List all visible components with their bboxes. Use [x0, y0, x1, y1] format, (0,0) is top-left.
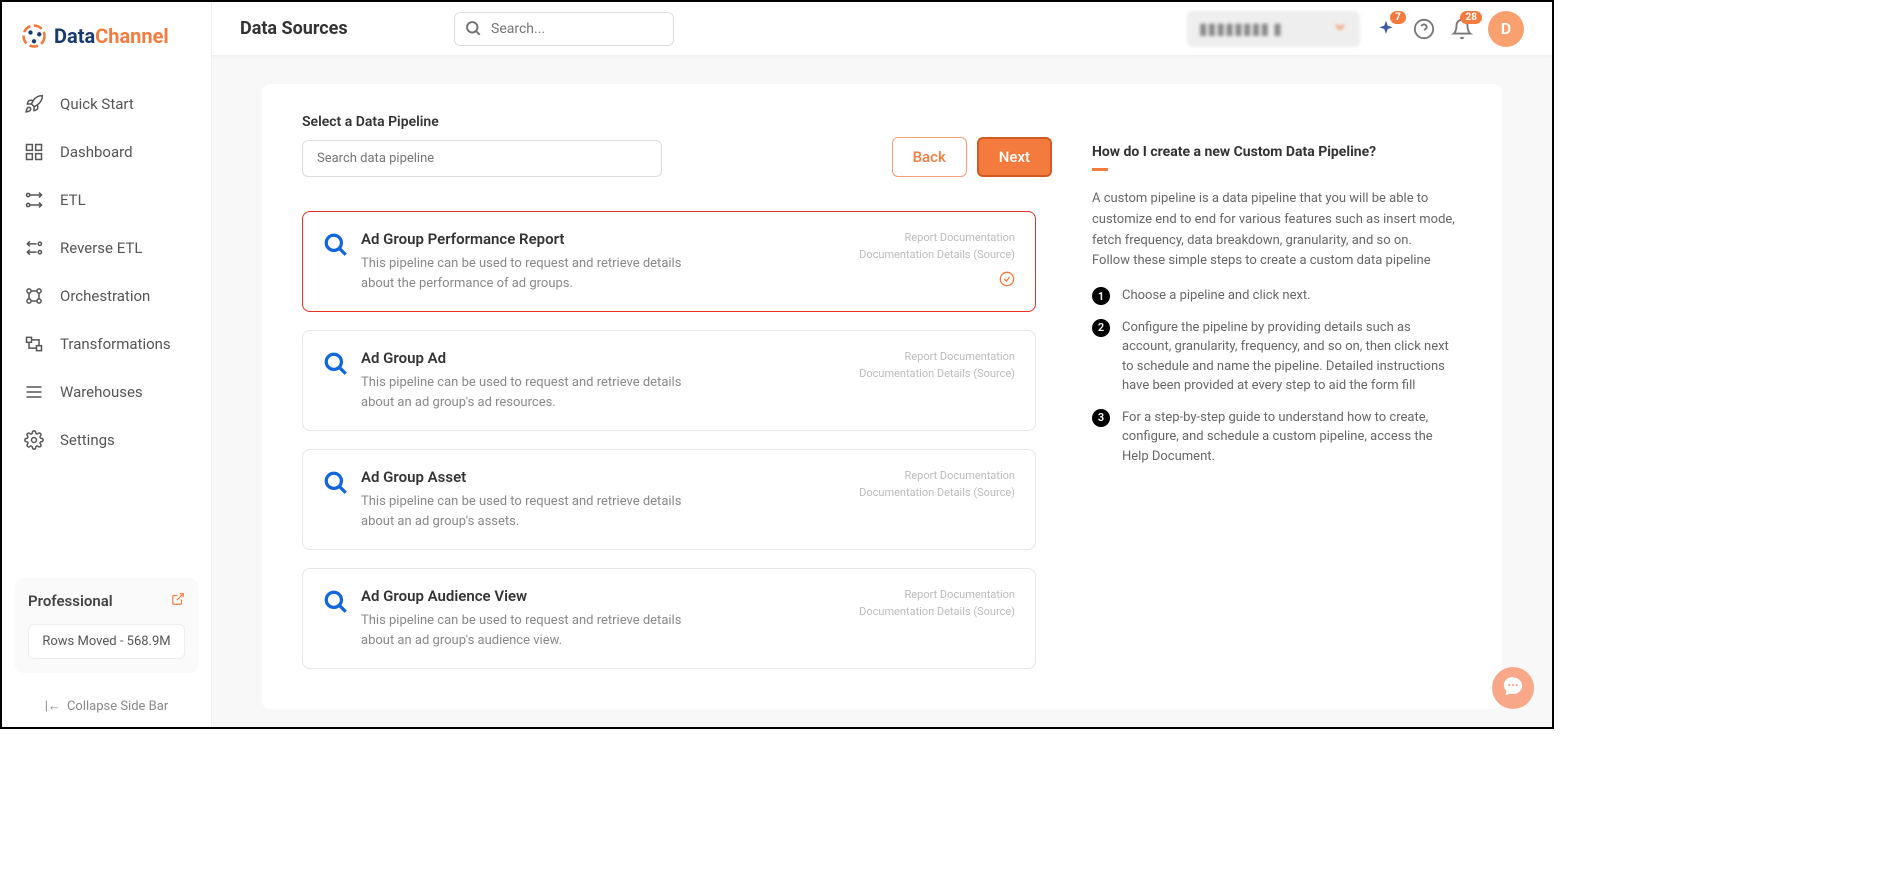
sidebar-nav: Quick Start Dashboard ETL Reverse ETL Or…: [2, 70, 211, 566]
main-area: Data Sources ▮▮▮▮▮▮▮▮ ▮ 7 28 D: [212, 2, 1552, 727]
pipeline-title: Ad Group Audience View: [361, 587, 847, 605]
pipeline-title: Ad Group Ad: [361, 349, 847, 367]
sidebar-item-label: ETL: [60, 191, 86, 209]
pipeline-title: Ad Group Asset: [361, 468, 847, 486]
sidebar-item-dashboard[interactable]: Dashboard: [2, 128, 211, 176]
sidebar-item-label: Warehouses: [60, 383, 143, 401]
help-title: How do I create a new Custom Data Pipeli…: [1092, 144, 1462, 160]
pipeline-title: Ad Group Performance Report: [361, 230, 847, 248]
back-button[interactable]: Back: [892, 137, 967, 177]
panel-title: Select a Data Pipeline: [302, 114, 662, 130]
sidebar-item-etl[interactable]: ETL: [2, 176, 211, 224]
magnifier-icon: [323, 470, 349, 531]
check-circle-icon: [859, 271, 1015, 287]
sidebar-item-label: Orchestration: [60, 287, 150, 305]
help-underline: [1092, 168, 1108, 171]
pipeline-meta[interactable]: Report DocumentationDocumentation Detail…: [859, 230, 1015, 263]
help-panel: How do I create a new Custom Data Pipeli…: [1052, 114, 1462, 679]
dashboard-icon: [24, 142, 44, 162]
etl-icon: [24, 190, 44, 210]
sidebar-item-label: Transformations: [60, 335, 171, 353]
pipeline-select-panel: Select a Data Pipeline Back Next Ad Grou…: [302, 114, 1052, 679]
sparkle-badge: 7: [1390, 11, 1406, 24]
chevron-down-icon: [1332, 19, 1348, 39]
settings-icon: [24, 430, 44, 450]
rocket-icon: [24, 94, 44, 114]
account-selector-label: ▮▮▮▮▮▮▮▮ ▮: [1199, 19, 1282, 38]
sidebar-item-orchestration[interactable]: Orchestration: [2, 272, 211, 320]
magnifier-icon: [323, 351, 349, 412]
page-title: Data Sources: [240, 18, 348, 39]
pipeline-card[interactable]: Ad Group Ad This pipeline can be used to…: [302, 330, 1036, 431]
pipeline-card[interactable]: Ad Group Audience View This pipeline can…: [302, 568, 1036, 669]
reverse-etl-icon: [24, 238, 44, 258]
magnifier-icon: [323, 589, 349, 650]
sidebar-item-settings[interactable]: Settings: [2, 416, 211, 464]
plan-name: Professional: [28, 592, 113, 610]
brand-logo[interactable]: DataChannel: [2, 2, 211, 70]
collapse-icon: |←: [45, 698, 61, 714]
sidebar-item-label: Settings: [60, 431, 115, 449]
step-number: 3: [1092, 409, 1110, 427]
account-selector[interactable]: ▮▮▮▮▮▮▮▮ ▮: [1187, 11, 1360, 47]
content-panel: Select a Data Pipeline Back Next Ad Grou…: [262, 84, 1502, 709]
sidebar: DataChannel Quick Start Dashboard ETL Re…: [2, 2, 212, 727]
pipeline-desc: This pipeline can be used to request and…: [361, 611, 691, 650]
sidebar-item-transformations[interactable]: Transformations: [2, 320, 211, 368]
help-steps: 1 Choose a pipeline and click next. 2 Confi…: [1092, 286, 1462, 466]
help-icon[interactable]: [1412, 17, 1436, 41]
sidebar-item-label: Quick Start: [60, 95, 134, 113]
step-text: Choose a pipeline and click next.: [1122, 286, 1311, 306]
topbar: Data Sources ▮▮▮▮▮▮▮▮ ▮ 7 28 D: [212, 2, 1552, 56]
orchestration-icon: [24, 286, 44, 306]
pipeline-list[interactable]: Ad Group Performance Report This pipelin…: [302, 211, 1052, 679]
pipeline-meta[interactable]: Report DocumentationDocumentation Detail…: [859, 468, 1015, 501]
step-text: Configure the pipeline by providing deta…: [1122, 318, 1462, 396]
sidebar-item-label: Dashboard: [60, 143, 133, 161]
global-search: [454, 12, 674, 46]
pipeline-desc: This pipeline can be used to request and…: [361, 492, 691, 531]
help-step: 2 Configure the pipeline by providing det…: [1092, 318, 1462, 396]
bell-badge: 28: [1460, 11, 1481, 24]
sidebar-item-quick-start[interactable]: Quick Start: [2, 80, 211, 128]
next-button[interactable]: Next: [977, 137, 1052, 177]
search-icon: [464, 19, 482, 41]
pipeline-card[interactable]: Ad Group Performance Report This pipelin…: [302, 211, 1036, 312]
pipeline-meta[interactable]: Report DocumentationDocumentation Detail…: [859, 349, 1015, 382]
brand-logo-text: DataChannel: [54, 24, 169, 48]
help-intro: A custom pipeline is a data pipeline tha…: [1092, 189, 1462, 272]
pipeline-desc: This pipeline can be used to request and…: [361, 254, 691, 293]
warehouses-icon: [24, 382, 44, 402]
help-step: 1 Choose a pipeline and click next.: [1092, 286, 1462, 306]
pipeline-search-input[interactable]: [302, 140, 662, 177]
sidebar-item-reverse-etl[interactable]: Reverse ETL: [2, 224, 211, 272]
plan-card: Professional Rows Moved - 568.9M: [14, 578, 199, 673]
plan-rows-moved: Rows Moved - 568.9M: [28, 624, 185, 659]
open-link-icon[interactable]: [171, 592, 185, 610]
magnifier-icon: [323, 232, 349, 293]
wizard-buttons: Back Next: [892, 137, 1052, 177]
pipeline-desc: This pipeline can be used to request and…: [361, 373, 691, 412]
sidebar-item-label: Reverse ETL: [60, 239, 142, 257]
step-number: 1: [1092, 287, 1110, 305]
sidebar-item-warehouses[interactable]: Warehouses: [2, 368, 211, 416]
help-step: 3 For a step-by-step guide to understand …: [1092, 408, 1462, 467]
avatar[interactable]: D: [1488, 11, 1524, 47]
pipeline-card[interactable]: Ad Group Asset This pipeline can be used…: [302, 449, 1036, 550]
step-text: For a step-by-step guide to understand h…: [1122, 408, 1462, 467]
topbar-actions: ▮▮▮▮▮▮▮▮ ▮ 7 28 D: [1187, 11, 1524, 47]
pipeline-meta[interactable]: Report DocumentationDocumentation Detail…: [859, 587, 1015, 620]
transformations-icon: [24, 334, 44, 354]
chat-fab[interactable]: [1492, 667, 1534, 709]
step-number: 2: [1092, 319, 1110, 337]
collapse-label: Collapse Side Bar: [67, 699, 168, 714]
search-input[interactable]: [454, 12, 674, 46]
collapse-sidebar-button[interactable]: |← Collapse Side Bar: [2, 685, 211, 727]
brand-logo-icon: [20, 22, 48, 50]
chat-icon: [1502, 675, 1524, 701]
